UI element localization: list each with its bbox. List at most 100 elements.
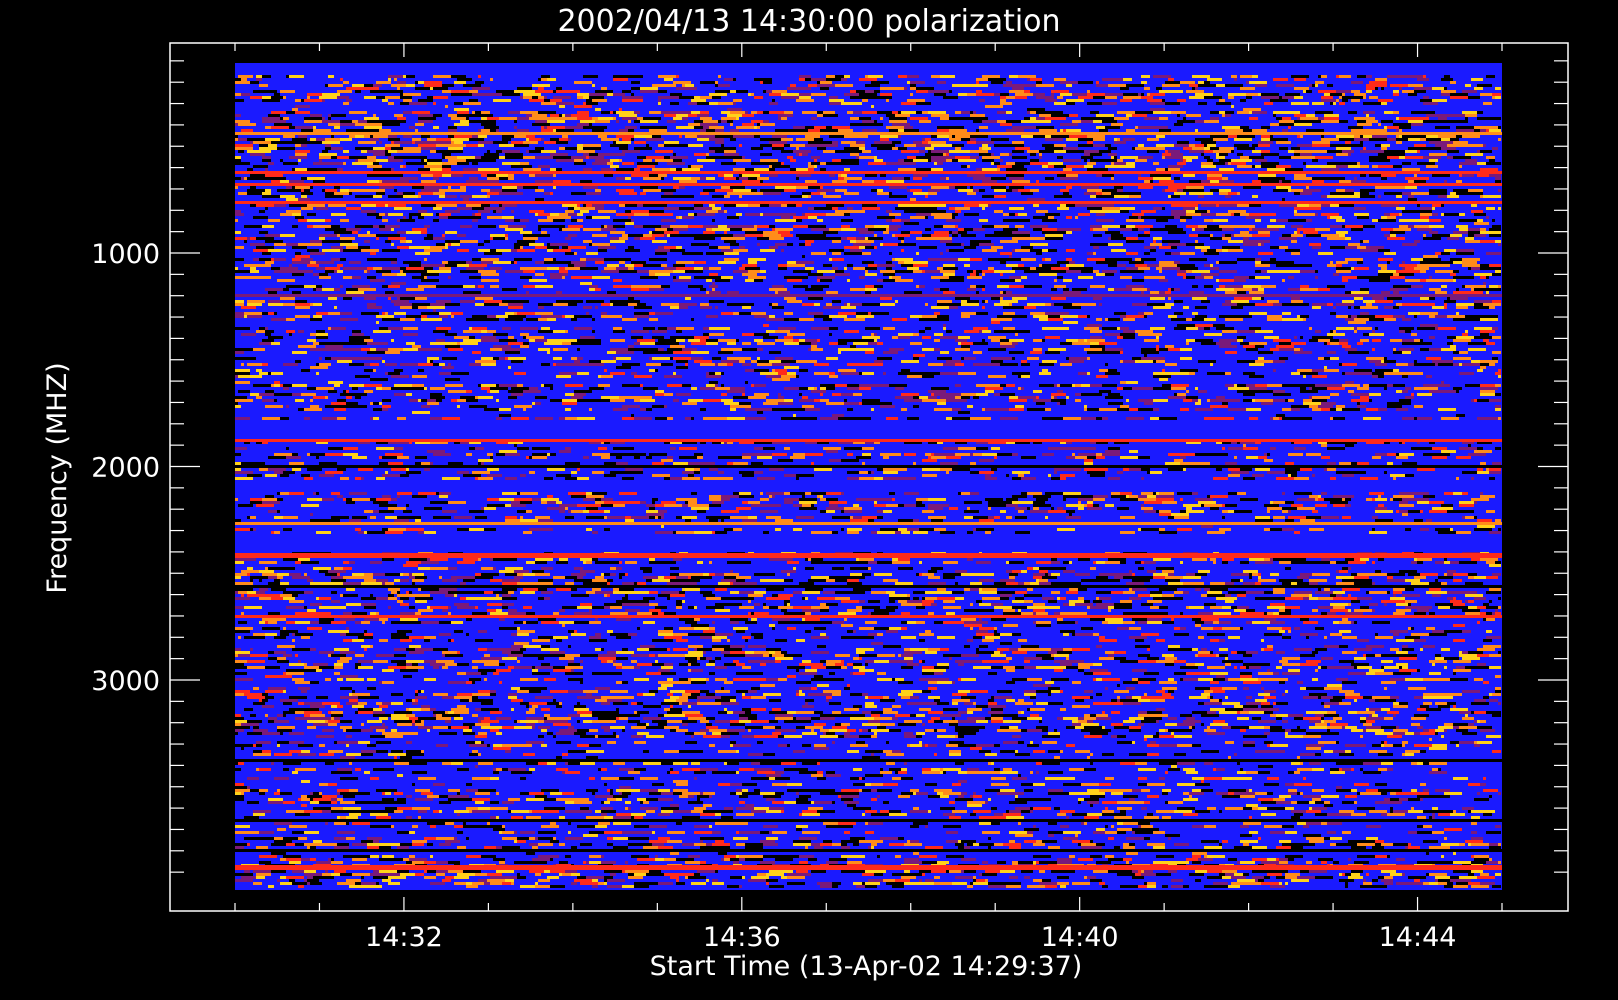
heatmap-cell [1195,276,1204,279]
heatmap-cell [1021,258,1036,261]
heatmap-cell [625,264,634,267]
heatmap-cell [1210,267,1219,270]
heatmap-cell [1183,147,1192,150]
heatmap-cell [1252,228,1270,231]
heatmap-cell [442,153,451,156]
heatmap-cell [751,147,763,150]
heatmap-cell [1294,150,1312,153]
heatmap-cell [1216,288,1234,291]
heatmap-cell [304,99,322,102]
heatmap-cell [1033,93,1042,96]
heatmap-cell [1450,273,1456,276]
heatmap-cell [1138,156,1153,159]
heatmap-cell [532,114,547,117]
heatmap-cell [544,126,547,129]
heatmap-cell [577,111,589,114]
heatmap-cell [1381,120,1393,123]
heatmap-cell [1072,228,1081,231]
heatmap-cell [1273,177,1285,180]
heatmap-cell [454,336,469,339]
heatmap-cell [388,156,394,159]
heatmap-cell [580,207,595,210]
heatmap-cell [1057,96,1063,99]
heatmap-cell [1204,147,1210,150]
heatmap-cell [877,192,889,195]
heatmap-cell [1006,189,1012,192]
heatmap-cell [1177,273,1186,276]
heatmap-cell [415,156,427,159]
heatmap-cell [1105,351,1120,354]
heatmap-cell [505,237,508,240]
heatmap-cell [499,144,514,147]
heatmap-cell [1216,213,1231,216]
heatmap-cell [583,96,589,99]
heatmap-cell [499,225,508,228]
heatmap-cell [1411,111,1426,114]
heatmap-cell [781,375,796,378]
heatmap-cell [673,279,691,282]
heatmap-cell [1321,195,1327,198]
heatmap-cell [931,135,937,138]
heatmap-cell [523,342,529,345]
heatmap-cell [1330,144,1345,147]
heatmap-cell [709,267,721,270]
heatmap-cell [613,111,616,114]
heatmap-cell [1393,90,1399,93]
heatmap-cell [1114,117,1129,120]
heatmap-cell [283,135,295,138]
heatmap-cell [259,147,277,150]
heatmap-cell [637,303,646,306]
heatmap-cell [1207,78,1222,81]
heatmap-cell [367,303,376,306]
heatmap-cell [889,348,904,351]
heatmap-cell [715,327,730,330]
heatmap-cell [1258,288,1264,291]
heatmap-cell [526,336,544,339]
heatmap-cell [688,144,703,147]
heatmap-cell [520,96,523,99]
heatmap-cell [553,96,571,99]
heatmap-cell [946,153,949,156]
heatmap-cell [1168,297,1171,300]
heatmap-cell [715,384,718,387]
heatmap-cell [313,303,322,306]
heatmap-cell [601,312,607,315]
heatmap-cell [1141,216,1156,219]
heatmap-cell [781,162,784,165]
heatmap-cell [550,192,553,195]
heatmap-cell [1366,84,1369,87]
heatmap-cell [1117,189,1123,192]
heatmap-cell [1198,360,1216,363]
heatmap-cell [862,150,871,153]
heatmap-cell [1021,375,1030,378]
heatmap-cell [559,114,562,117]
heatmap-cell [1225,372,1231,375]
heatmap-cell [418,117,436,120]
heatmap-cell [775,186,778,189]
heatmap-cell [856,339,874,342]
heatmap-cell [1327,342,1330,345]
heatmap-cell [964,213,979,216]
heatmap-cell [604,174,613,177]
heatmap-cell [400,297,415,300]
heatmap-cell [661,111,676,114]
heatmap-cell [970,156,979,159]
heatmap-cell [946,159,952,162]
heatmap-cell [388,297,391,300]
heatmap-cell [1123,96,1141,99]
heatmap-cell [238,390,250,393]
heatmap-cell [1144,276,1156,279]
heatmap-cell [481,384,496,387]
heatmap-cell [253,348,265,351]
heatmap-cell [733,312,739,315]
heatmap-cell [235,303,244,306]
heatmap-cell [484,153,499,156]
heatmap-cell [757,237,769,240]
heatmap-cell [565,267,580,270]
heatmap-cell [1057,261,1069,264]
heatmap-cell [586,192,601,195]
heatmap-cell [634,375,652,378]
heatmap-cell [364,117,370,120]
heatmap-cell [724,177,736,180]
heatmap-cell [859,147,865,150]
